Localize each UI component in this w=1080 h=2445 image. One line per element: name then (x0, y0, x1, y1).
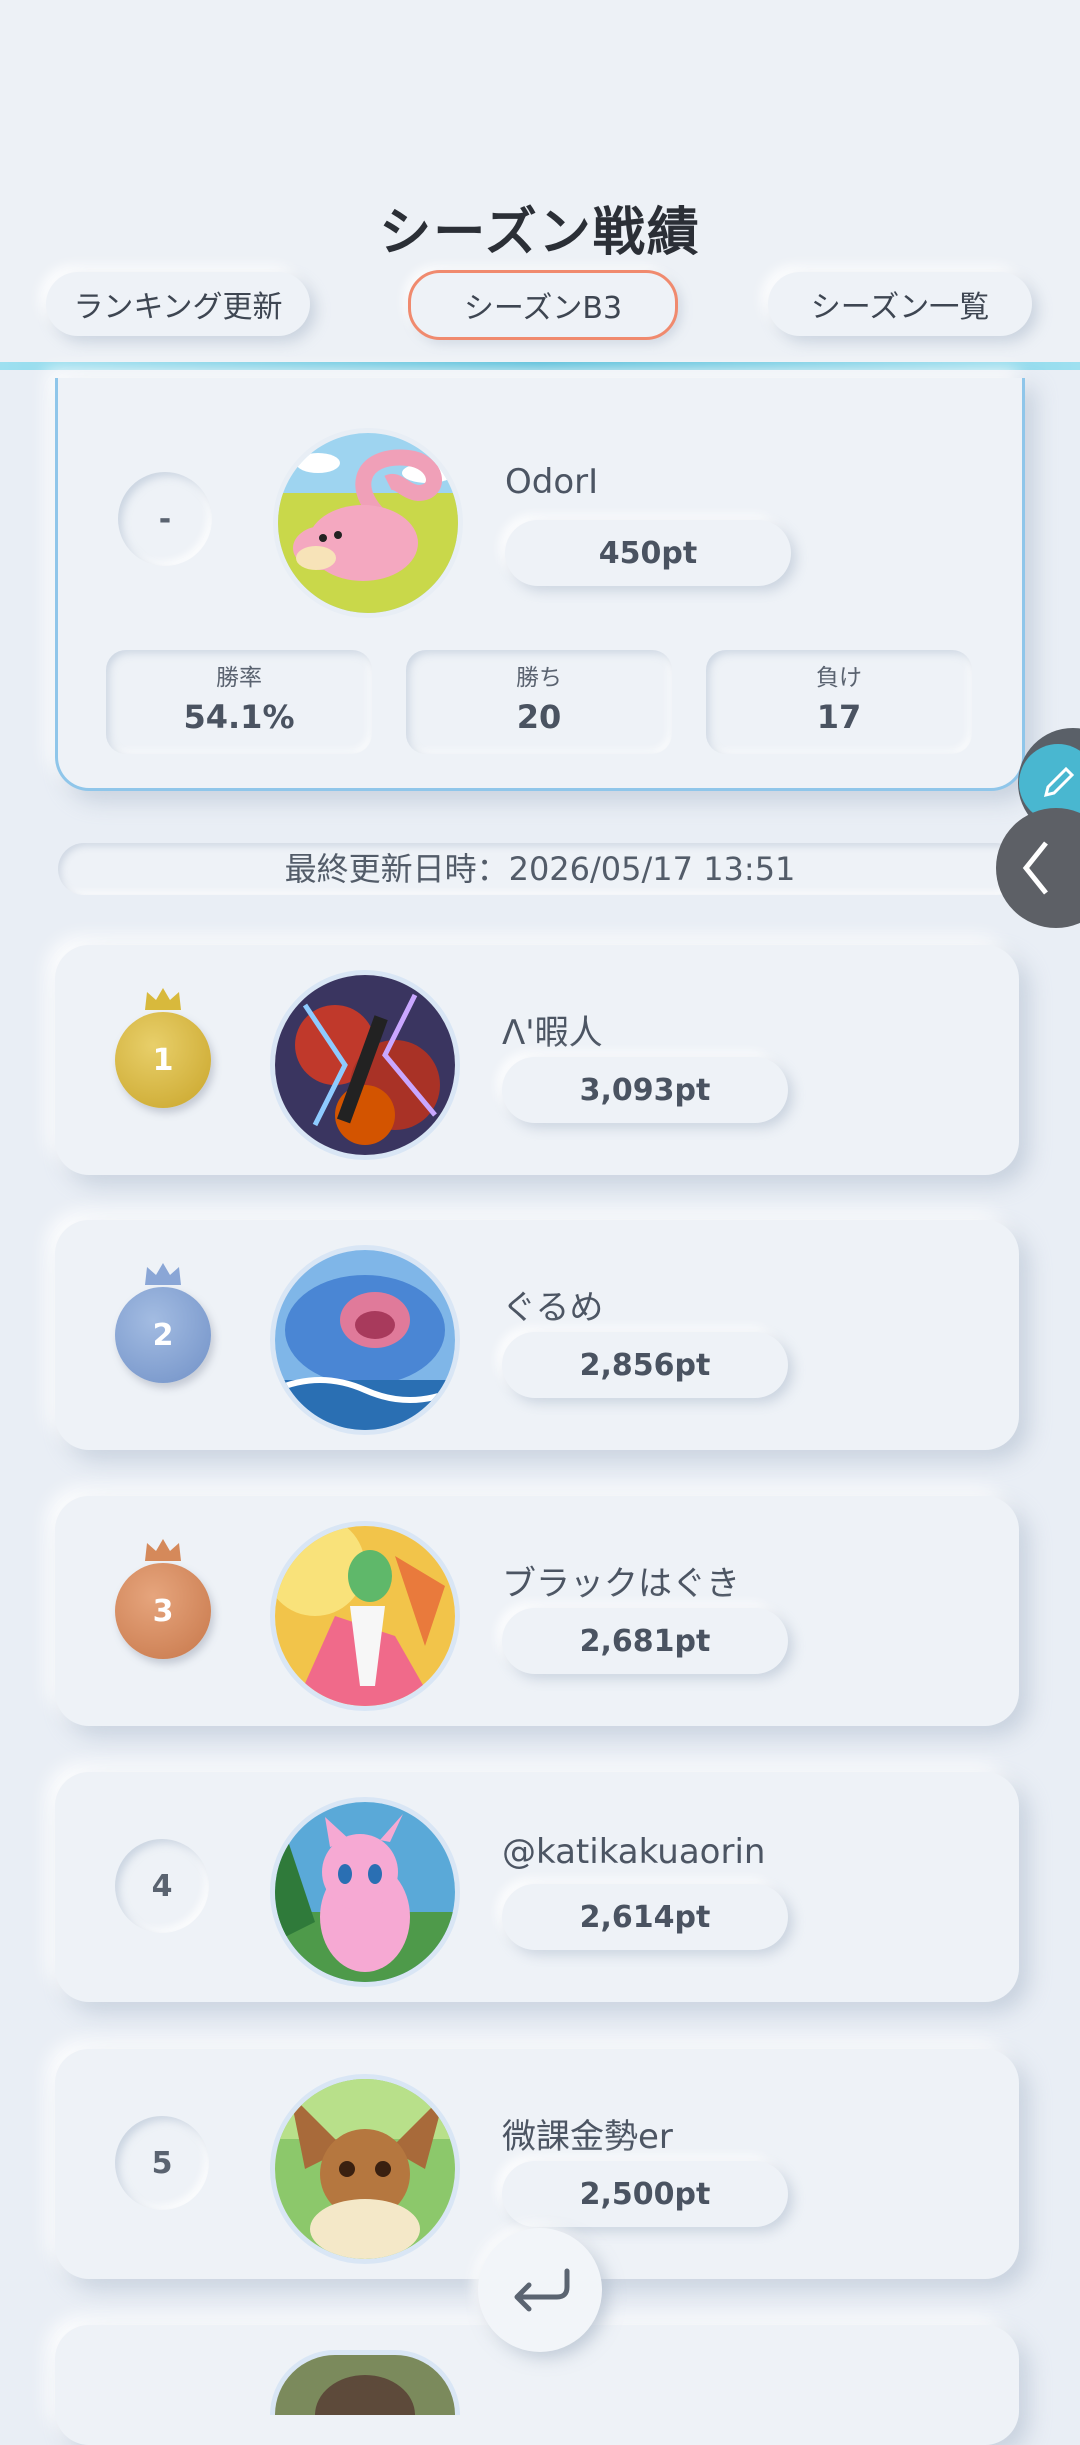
buzzwole-avatar-image (275, 975, 455, 1155)
avatar[interactable] (270, 1797, 460, 1987)
my-record-card: - OdorI 450pt 勝率 54.1% 勝ち 20 負け 17 (55, 378, 1025, 791)
rank-number: 1 (152, 1042, 174, 1078)
ranking-row[interactable]: 3 ブラックはぐき 2,681pt (55, 1496, 1019, 1726)
crown-icon (145, 1263, 181, 1285)
return-arrow-icon (514, 2268, 570, 2312)
avatar[interactable] (270, 1245, 460, 1435)
mew-avatar-image (275, 1802, 455, 1982)
bronze-medal-icon: 3 (115, 1539, 211, 1659)
stat-win-rate: 勝率 54.1% (106, 650, 372, 754)
avatar[interactable] (270, 2074, 460, 2264)
my-points: 450pt (505, 520, 791, 586)
side-collapse-button[interactable] (996, 808, 1080, 928)
return-button[interactable] (478, 2228, 602, 2352)
crown-icon (145, 988, 181, 1010)
player-points: 2,500pt (502, 2161, 788, 2227)
stat-label: 勝率 (216, 665, 262, 691)
chevron-left-icon (1022, 841, 1048, 895)
stat-value: 54.1% (183, 698, 295, 736)
tab-season-list[interactable]: シーズン一覧 (768, 272, 1032, 336)
slowpoke-avatar-image (278, 433, 458, 613)
last-updated: 最終更新日時：2026/05/17 13:51 (58, 843, 1022, 895)
stat-value: 17 (816, 698, 862, 736)
stat-label: 勝ち (516, 665, 562, 691)
my-name: OdorI (505, 462, 599, 502)
gold-medal-icon: 1 (115, 988, 211, 1108)
stat-label: 負け (816, 665, 862, 691)
avatar[interactable] (270, 2350, 460, 2415)
avatar[interactable] (273, 428, 463, 618)
avatar-image (275, 2355, 455, 2415)
stat-wins: 勝ち 20 (406, 650, 672, 754)
player-name: ブラックはぐき (502, 1564, 740, 1604)
ranking-row[interactable]: 1 Λ'暇人 3,093pt (55, 945, 1019, 1175)
rank-number: 5 (115, 2116, 209, 2210)
player-points: 2,856pt (502, 1332, 788, 1398)
avatar[interactable] (270, 1521, 460, 1711)
rank-number: 2 (152, 1317, 174, 1353)
player-name: 微課金勢er (502, 2117, 673, 2157)
wailord-avatar-image (275, 1250, 455, 1430)
stat-value: 20 (516, 698, 562, 736)
ranking-row[interactable]: 2 ぐるめ 2,856pt (55, 1220, 1019, 1450)
avatar[interactable] (270, 970, 460, 1160)
ranking-row[interactable]: 4 @katikakuaorin 2,614pt (55, 1772, 1019, 2002)
player-name: Λ'暇人 (502, 1013, 603, 1053)
rank-number: 4 (115, 1839, 209, 1933)
stat-losses: 負け 17 (706, 650, 972, 754)
player-points: 2,614pt (502, 1884, 788, 1950)
tab-ranking-update[interactable]: ランキング更新 (46, 272, 310, 336)
rank-number: 3 (152, 1593, 174, 1629)
player-name: ぐるめ (502, 1288, 604, 1328)
my-rank: - (118, 472, 212, 566)
tab-season-b3[interactable]: シーズンB3 (408, 270, 678, 340)
player-points: 2,681pt (502, 1608, 788, 1674)
header-divider (0, 362, 1080, 370)
player-points: 3,093pt (502, 1057, 788, 1123)
page-title: シーズン戦績 (379, 203, 701, 263)
gardevoir-avatar-image (275, 1526, 455, 1706)
crown-icon (145, 1539, 181, 1561)
silver-medal-icon: 2 (115, 1263, 211, 1383)
eevee-avatar-image (275, 2079, 455, 2259)
player-name: @katikakuaorin (502, 1832, 766, 1872)
